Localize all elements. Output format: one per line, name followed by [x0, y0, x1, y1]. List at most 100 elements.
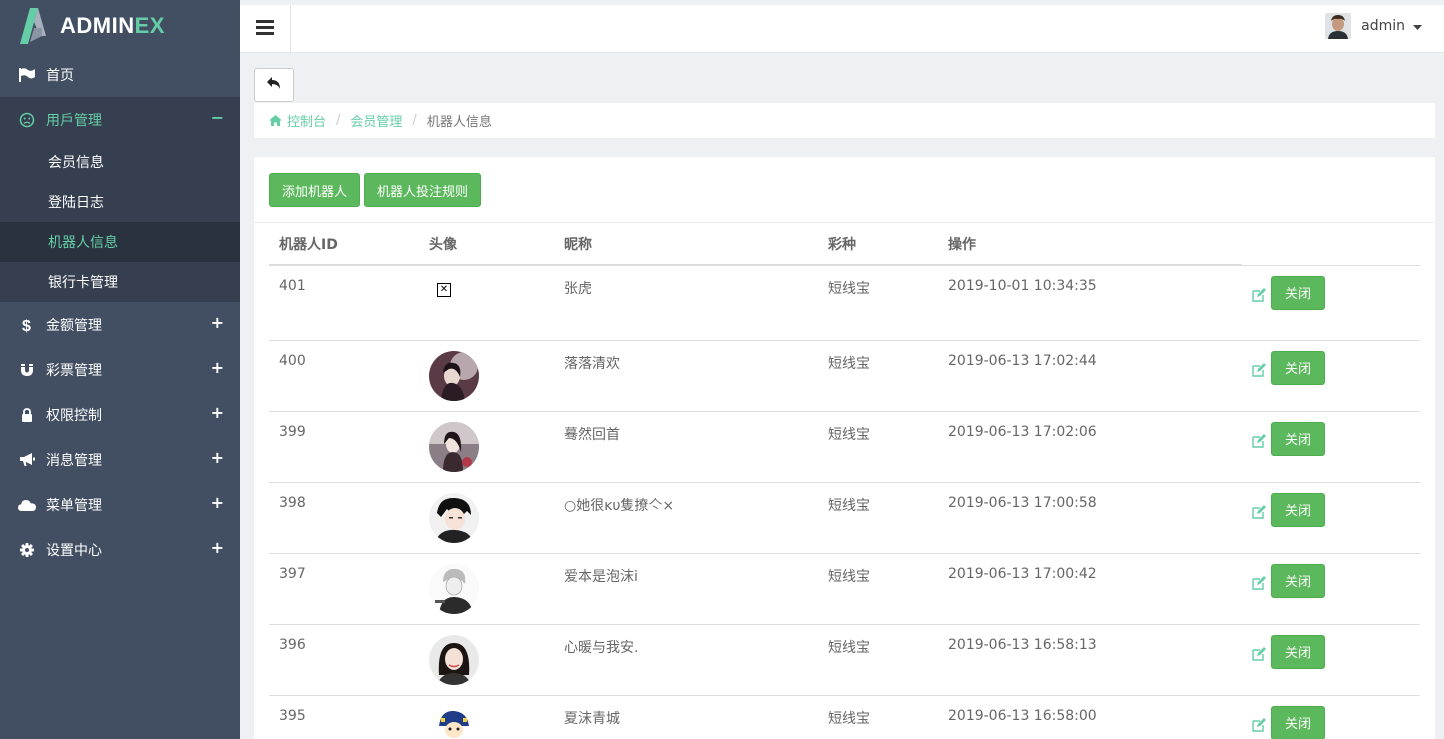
robot-ops: 关闭 — [1242, 624, 1420, 696]
collapse-icon: − — [210, 108, 224, 127]
column-header-avatar: 头像 — [419, 223, 554, 266]
edit-icon[interactable] — [1252, 646, 1266, 661]
sidebar-item-messages[interactable]: 消息管理 + — [0, 437, 240, 482]
robot-id: 400 — [269, 340, 419, 412]
robot-time: 2019-06-13 17:00:58 — [938, 482, 1242, 554]
robot-table: 机器人ID 头像 昵称 彩种 操作 401 ✕ 张虎 短线宝 2019-10-0… — [269, 223, 1420, 739]
avatar — [429, 492, 479, 543]
robot-id: 398 — [269, 482, 419, 554]
sidebar-item-label: 首页 — [46, 67, 74, 84]
avatar — [429, 705, 479, 739]
robot-id: 399 — [269, 411, 419, 483]
table-row: 397 爱本是泡沫i 短线宝 2019-06-13 17:00:42 关闭 — [269, 553, 1420, 625]
edit-icon[interactable] — [1252, 504, 1266, 519]
back-button[interactable] — [254, 68, 294, 102]
edit-icon[interactable] — [1252, 717, 1266, 732]
home-icon — [269, 115, 282, 126]
robot-id: 397 — [269, 553, 419, 625]
expand-icon: + — [210, 538, 224, 557]
close-robot-button[interactable]: 关闭 — [1271, 350, 1325, 385]
table-row: 401 ✕ 张虎 短线宝 2019-10-01 10:34:35 关闭 — [269, 265, 1420, 341]
sidebar-item-home[interactable]: 首页 — [0, 52, 240, 97]
robot-lottery: 短线宝 — [818, 482, 938, 554]
robot-nickname: 夏沫青城 — [554, 695, 818, 739]
robot-id: 396 — [269, 624, 419, 696]
broken-image-icon: ✕ — [437, 283, 451, 297]
menu-toggle-button[interactable] — [240, 5, 291, 53]
robot-ops: 关闭 — [1242, 553, 1420, 625]
table-row: 400 落落清欢 短线宝 2019-06-13 17:02:44 关闭 — [269, 340, 1420, 412]
sidebar-item-member-info[interactable]: 会员信息 — [0, 142, 240, 182]
robot-avatar-cell — [419, 340, 554, 412]
caret-down-icon — [1413, 18, 1422, 34]
robot-ops: 关闭 — [1242, 411, 1420, 483]
gear-icon — [18, 541, 36, 559]
edit-icon[interactable] — [1252, 362, 1266, 377]
hamburger-icon — [256, 19, 274, 39]
robot-time: 2019-06-13 16:58:00 — [938, 695, 1242, 739]
sidebar-item-settings[interactable]: 设置中心 + — [0, 527, 240, 572]
bullhorn-icon — [18, 451, 36, 469]
sidebar-item-permissions[interactable]: 权限控制 + — [0, 392, 240, 437]
sidebar-item-bank-cards[interactable]: 银行卡管理 — [0, 262, 240, 302]
add-robot-button[interactable]: 添加机器人 — [269, 173, 361, 207]
table-row: 398 ○她很ĸυ隻撩亽× 短线宝 2019-06-13 17:00:58 关闭 — [269, 482, 1420, 554]
robot-bet-rules-button[interactable]: 机器人投注规则 — [364, 173, 482, 207]
cloud-icon — [18, 496, 36, 514]
robot-time: 2019-06-13 17:02:06 — [938, 411, 1242, 483]
column-header-id: 机器人ID — [269, 223, 419, 266]
avatar — [1325, 13, 1352, 39]
robot-avatar-cell — [419, 553, 554, 625]
sidebar-item-user-management[interactable]: 用戶管理 − — [0, 97, 240, 142]
table-row: 399 蓦然回首 短线宝 2019-06-13 17:02:06 关闭 — [269, 411, 1420, 483]
robot-lottery: 短线宝 — [818, 340, 938, 412]
logo-icon — [20, 6, 50, 46]
sidebar-nav: 首页 用戶管理 − 会员信息 登陆日志 机器人信息 银行卡管理 $ 金额管理 + — [0, 52, 240, 572]
robot-ops: 关闭 — [1242, 482, 1420, 554]
robot-avatar-cell — [419, 482, 554, 554]
edit-icon[interactable] — [1252, 287, 1266, 302]
robot-ops: 关闭 — [1242, 265, 1420, 341]
table-row: 395 夏沫青城 短线宝 2019-06-13 16:58:00 关闭 — [269, 695, 1420, 739]
column-header-lottery: 彩种 — [818, 223, 938, 266]
sidebar-item-menus[interactable]: 菜单管理 + — [0, 482, 240, 527]
user-menu[interactable]: admin — [1325, 13, 1422, 39]
close-robot-button[interactable]: 关闭 — [1271, 705, 1325, 739]
breadcrumb-current: 机器人信息 — [426, 115, 492, 130]
robot-nickname: 心暖与我安. — [554, 624, 818, 696]
expand-icon: + — [210, 403, 224, 422]
close-robot-button[interactable]: 关闭 — [1271, 421, 1325, 456]
user-name: admin — [1361, 18, 1405, 34]
sidebar-item-robot-info[interactable]: 机器人信息 — [0, 222, 240, 262]
robot-time: 2019-06-13 17:02:44 — [938, 340, 1242, 412]
close-robot-button[interactable]: 关闭 — [1271, 492, 1325, 527]
sidebar-item-lottery[interactable]: 彩票管理 + — [0, 347, 240, 392]
robot-ops: 关闭 — [1242, 695, 1420, 739]
sidebar-item-finance[interactable]: $ 金额管理 + — [0, 302, 240, 347]
expand-icon: + — [210, 493, 224, 512]
edit-icon[interactable] — [1252, 575, 1266, 590]
sidebar-item-label: 彩票管理 — [46, 362, 102, 379]
edit-icon[interactable] — [1252, 433, 1266, 448]
robot-lottery: 短线宝 — [818, 265, 938, 341]
reply-arrow-icon — [267, 77, 281, 93]
close-robot-button[interactable]: 关闭 — [1271, 563, 1325, 598]
sidebar-item-label: 用戶管理 — [46, 112, 102, 129]
close-robot-button[interactable]: 关闭 — [1271, 275, 1325, 310]
brand-logo[interactable]: ADMINEX — [0, 0, 240, 52]
robot-list-panel: 添加机器人 机器人投注规则 机器人ID 头像 昵称 彩种 操作 401 ✕ 张虎… — [254, 157, 1435, 739]
robot-nickname: 爱本是泡沫i — [554, 553, 818, 625]
robot-nickname: ○她很ĸυ隻撩亽× — [554, 482, 818, 554]
breadcrumb-separator: / — [412, 113, 417, 128]
avatar — [429, 350, 479, 401]
dollar-icon: $ — [18, 316, 36, 334]
robot-lottery: 短线宝 — [818, 411, 938, 483]
sidebar-item-login-log[interactable]: 登陆日志 — [0, 182, 240, 222]
breadcrumb-home[interactable]: 控制台 — [287, 111, 326, 130]
magnet-icon — [18, 361, 36, 379]
robot-avatar-cell — [419, 695, 554, 739]
robot-avatar-cell — [419, 411, 554, 483]
breadcrumb-section[interactable]: 会员管理 — [350, 111, 402, 130]
submenu-user-management: 会员信息 登陆日志 机器人信息 银行卡管理 — [0, 142, 240, 302]
close-robot-button[interactable]: 关闭 — [1271, 634, 1325, 669]
